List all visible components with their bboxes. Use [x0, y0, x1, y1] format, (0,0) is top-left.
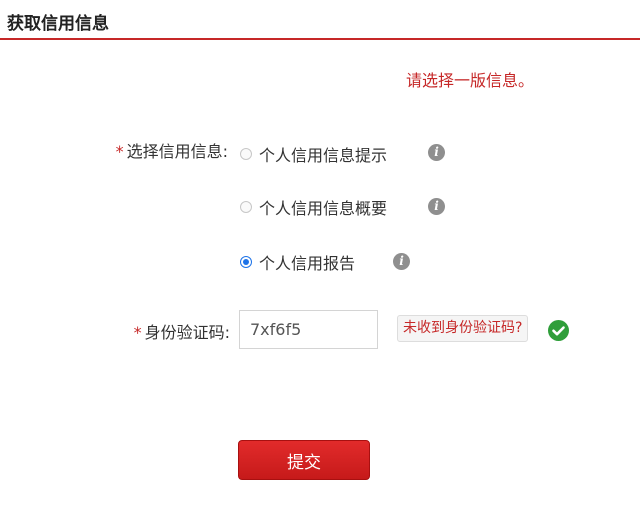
resend-code-link[interactable]: 未收到身份验证码?	[397, 315, 529, 342]
credit-info-label: * 选择信用信息:	[116, 138, 228, 162]
option-credit-info-summary[interactable]: 个人信用信息概要	[240, 195, 387, 219]
verification-code-label-text: 身份验证码:	[144, 323, 230, 342]
option-credit-report[interactable]: 个人信用报告	[240, 250, 355, 274]
info-icon[interactable]: i	[428, 198, 445, 215]
submit-button[interactable]: 提交	[238, 440, 370, 480]
radio-credit-info-summary[interactable]	[240, 201, 252, 213]
verification-code-label: * 身份验证码:	[134, 319, 230, 343]
page-header: 获取信用信息	[0, 0, 640, 40]
radio-credit-report[interactable]	[240, 256, 252, 268]
option-label: 个人信用信息概要	[259, 199, 388, 218]
selection-notice: 请选择一版信息。	[406, 71, 535, 90]
info-icon[interactable]: i	[393, 253, 410, 270]
option-credit-info-hint[interactable]: 个人信用信息提示	[240, 142, 387, 166]
page-title: 获取信用信息	[7, 14, 109, 34]
verification-code-input[interactable]	[239, 310, 378, 349]
info-icon[interactable]: i	[428, 144, 445, 161]
required-mark: *	[133, 323, 142, 342]
option-label: 个人信用信息提示	[259, 146, 388, 165]
option-label: 个人信用报告	[259, 254, 356, 273]
check-circle-icon	[548, 320, 569, 341]
credit-info-label-text: 选择信用信息:	[126, 142, 228, 161]
required-mark: *	[115, 142, 124, 161]
radio-credit-info-hint[interactable]	[240, 148, 252, 160]
